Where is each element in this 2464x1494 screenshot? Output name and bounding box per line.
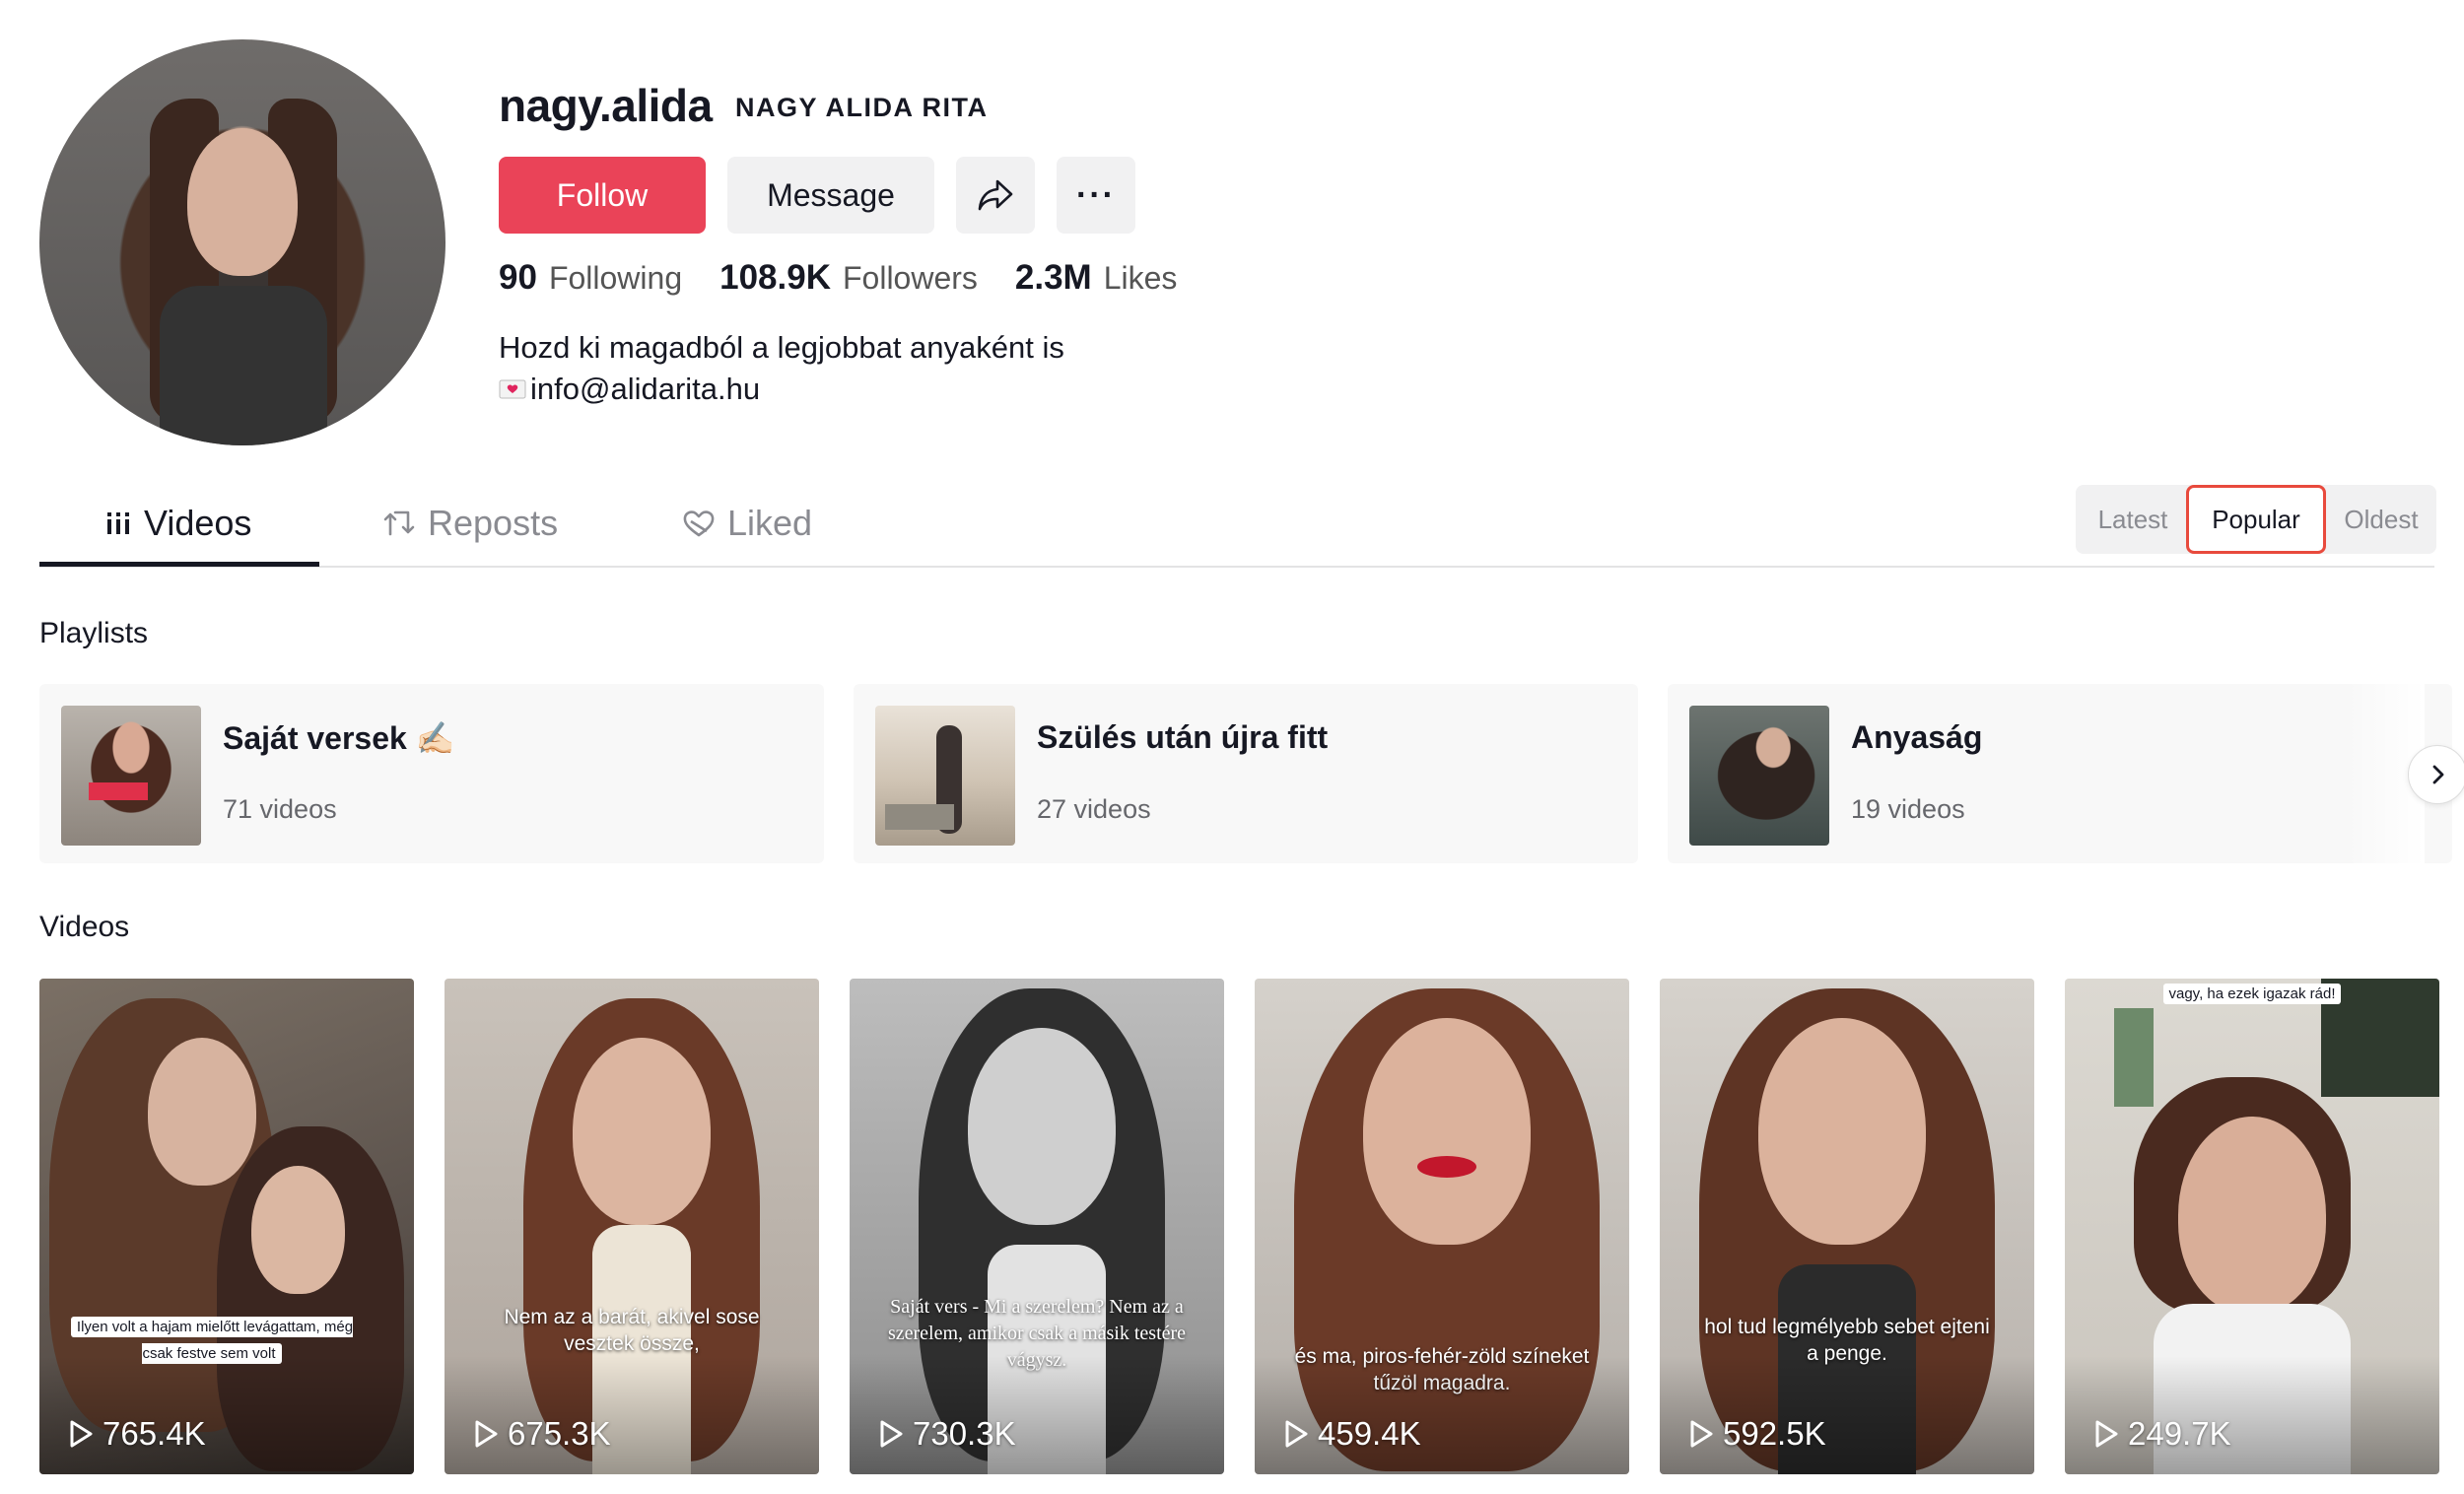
playlist-count: 27 videos xyxy=(1037,794,1151,824)
video-view-count: 249.7K xyxy=(2128,1415,2231,1452)
following-label[interactable]: Following xyxy=(549,260,682,297)
video-view-count: 730.3K xyxy=(913,1415,1016,1452)
playlist-name: Szülés után újra fitt xyxy=(1037,719,1329,755)
video-face xyxy=(148,1038,256,1186)
more-options-button[interactable]: ··· xyxy=(1057,157,1135,234)
thumbnail-red-label xyxy=(89,782,148,800)
play-icon xyxy=(475,1420,498,1448)
video-views: 765.4K xyxy=(67,1415,206,1453)
avatar-face xyxy=(187,128,298,276)
share-icon xyxy=(978,179,1013,211)
playlist-name: Saját versek ✍🏻 xyxy=(223,720,455,756)
video-face xyxy=(573,1038,711,1225)
play-icon xyxy=(1690,1420,1713,1448)
video-frame xyxy=(2114,1008,2154,1107)
play-icon xyxy=(70,1420,93,1448)
bio-line-1: Hozd ki magadból a legjobbat anyaként is xyxy=(499,330,1064,365)
playlist-card[interactable]: Szülés után újra fitt 27 videos xyxy=(854,684,1638,863)
bio-email[interactable]: info@alidarita.hu xyxy=(530,369,760,410)
playlist-card[interactable]: Saját versek ✍🏻 71 videos xyxy=(39,684,824,863)
nickname: NAGY ALIDA RITA xyxy=(735,93,989,122)
playlist-thumbnail xyxy=(875,706,1015,846)
username: nagy.alida xyxy=(499,80,713,131)
chevron-right-icon xyxy=(2432,765,2444,784)
tab-liked-label: Liked xyxy=(727,503,813,543)
profile-stats: 90 Following 108.9K Followers 2.3M Likes xyxy=(499,258,1214,298)
profile-avatar[interactable] xyxy=(39,39,445,445)
video-face xyxy=(2178,1117,2326,1314)
video-caption: Nem az a barát, akivel sose vesztek össz… xyxy=(504,1306,760,1355)
share-button[interactable] xyxy=(956,157,1035,234)
likes-count: 2.3M xyxy=(1014,258,1092,297)
video-face xyxy=(1758,1018,1926,1245)
playlists-heading: Playlists xyxy=(39,617,149,649)
video-face xyxy=(251,1166,345,1294)
video-card[interactable]: Nem az a barát, akivel sose vesztek össz… xyxy=(445,979,819,1474)
grid-icon xyxy=(107,512,129,534)
message-button[interactable]: Message xyxy=(727,157,934,234)
tab-videos[interactable]: Videos xyxy=(104,503,251,544)
tab-reposts[interactable]: Reposts xyxy=(382,503,558,544)
video-card[interactable]: Saját vers - Mi a szerelem? Nem az a sze… xyxy=(850,979,1224,1474)
video-lips xyxy=(1417,1156,1476,1178)
video-face xyxy=(968,1028,1116,1225)
profile-bio: Hozd ki magadból a legjobbat anyaként is… xyxy=(499,327,1064,410)
video-views: 459.4K xyxy=(1282,1415,1421,1453)
playlist-name: Anyaság xyxy=(1851,719,1983,755)
sort-oldest[interactable]: Oldest xyxy=(2326,485,2436,554)
sort-popular[interactable]: Popular xyxy=(2186,485,2326,554)
videos-heading: Videos xyxy=(39,911,130,943)
playlist-count: 19 videos xyxy=(1851,794,1965,824)
tab-liked[interactable]: Liked xyxy=(682,503,812,544)
playlist-thumbnail xyxy=(61,706,201,846)
video-card[interactable]: és ma, piros-fehér-zöld színeket tűzöl m… xyxy=(1255,979,1629,1474)
hidden-heart-icon xyxy=(683,510,715,537)
followers-label[interactable]: Followers xyxy=(843,260,978,297)
playlist-thumbnail xyxy=(1689,706,1829,846)
sort-segmented-control: Latest Popular Oldest xyxy=(2076,485,2436,554)
video-card[interactable]: vagy, ha ezek igazak rád! 249.7K xyxy=(2065,979,2439,1474)
video-views: 730.3K xyxy=(877,1415,1016,1453)
play-icon xyxy=(2095,1420,2118,1448)
following-count[interactable]: 90 xyxy=(499,258,537,298)
followers-count[interactable]: 108.9K xyxy=(719,258,831,298)
video-views: 675.3K xyxy=(472,1415,611,1453)
play-icon xyxy=(1285,1420,1308,1448)
tab-reposts-label: Reposts xyxy=(428,503,559,543)
love-letter-icon xyxy=(499,379,526,399)
repost-icon xyxy=(383,510,415,536)
video-face xyxy=(1363,1018,1531,1245)
video-views: 249.7K xyxy=(2092,1415,2231,1453)
thumbnail-rug xyxy=(885,804,954,830)
video-card[interactable]: hol tud legmélyebb sebet ejteni a penge.… xyxy=(1660,979,2034,1474)
tab-videos-label: Videos xyxy=(144,503,252,543)
video-view-count: 592.5K xyxy=(1723,1415,1826,1452)
video-view-count: 765.4K xyxy=(103,1415,206,1452)
bio-email-row: info@alidarita.hu xyxy=(499,369,1064,410)
avatar-top xyxy=(160,286,327,445)
play-icon xyxy=(880,1420,903,1448)
video-caption: vagy, ha ezek igazak rád! xyxy=(2065,979,2439,1005)
video-view-count: 675.3K xyxy=(508,1415,611,1452)
video-view-count: 459.4K xyxy=(1318,1415,1421,1452)
video-views: 592.5K xyxy=(1687,1415,1826,1453)
active-tab-indicator xyxy=(39,562,319,567)
sort-latest[interactable]: Latest xyxy=(2076,485,2190,554)
playlist-count: 71 videos xyxy=(223,794,337,824)
video-card[interactable]: Ilyen volt a hajam mielőtt levágattam, m… xyxy=(39,979,414,1474)
playlists-next-button[interactable] xyxy=(2408,745,2464,804)
likes-label: Likes xyxy=(1103,260,1178,296)
follow-button[interactable]: Follow xyxy=(499,157,706,234)
playlist-card[interactable]: Anyaság 19 videos xyxy=(1668,684,2452,863)
